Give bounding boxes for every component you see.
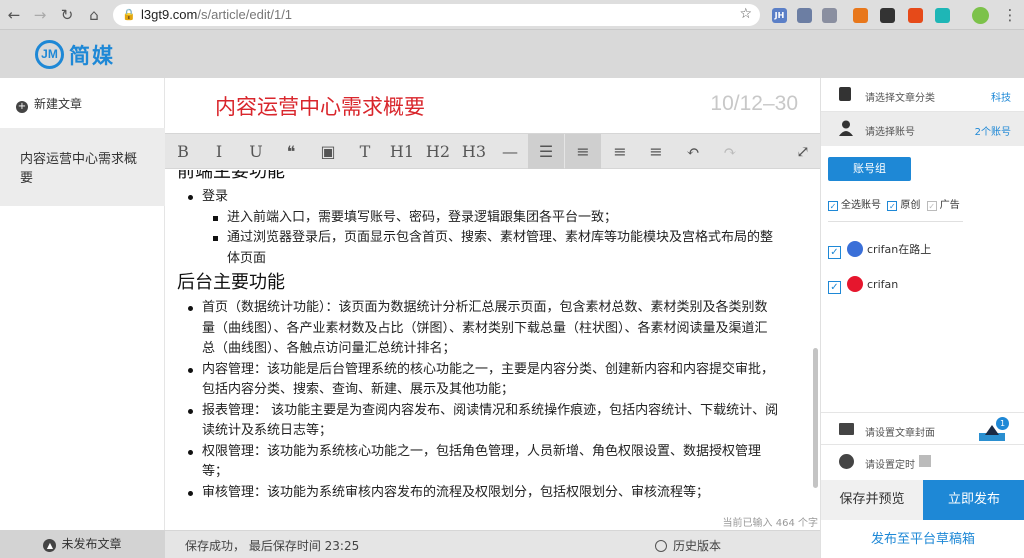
align-center-button[interactable]: ≡ [602,134,638,169]
list-item: 登录 [177,187,780,208]
underline-button[interactable]: U [238,134,274,169]
editor-toolbar: B I U ❝ ▣ T H1 H2 H3— ☰ ≡ ≡ ≡ ↶ ↷ ⤢ [165,133,820,169]
italic-button[interactable]: I [201,134,237,169]
bookmark-star-icon[interactable]: ☆ [739,6,752,22]
atom-ext-icon[interactable] [797,8,812,23]
home-icon[interactable]: ⌂ [84,5,104,25]
word-count: 当前已输入 464 个字 [722,518,818,529]
cover-selector[interactable]: 请设置文章封面 1 [821,412,1024,444]
image-button[interactable]: ▣ [310,134,346,169]
undo-button[interactable]: ↶ [675,134,711,169]
weibo-icon [847,276,863,292]
clock-icon [655,540,667,552]
article-sidebar: + 新建文章 内容运营中心需求概要 ▲ 未发布文章 [0,78,165,558]
quote-button[interactable]: ❝ [273,134,309,169]
h1-button[interactable]: H1 [384,134,420,169]
scrollbar[interactable] [813,348,818,488]
ad-checkbox[interactable]: ✓ 广告 [926,200,960,211]
browser-chrome: ← → ↻ ⌂ 🔒 l3gt9.com/s/article/edit/1/1 ☆… [0,0,1024,30]
date-text: 10/12–30 [710,92,798,115]
save-preview-button[interactable]: 保存并预览 [821,480,923,520]
list-item: 内容管理：该功能是后台管理系统的核心功能之一，主要是内容分类、创建新内容和内容提… [177,360,780,401]
back-icon[interactable]: ← [4,5,24,25]
editor: 内容运营中心需求概要 10/12–30 B I U ❝ ▣ T H1 H2 H3— ☰ ≡ ≡ ≡ ↶ ↷ ⤢… [165,78,820,558]
list-item: 审核管理：该功能为系统审核内容发布的流程及权限划分，包括权限划分、审核流程等； [177,483,780,504]
publish-panel: 请选择文章分类 科技 请选择账号 2个账号 账号组 ✓ 全选账号 ✓ 原创 ✓ 广告 … [820,78,1024,558]
divider [828,221,963,222]
publish-now-button[interactable]: 立即发布 [923,480,1024,520]
url-text: l3gt9.com/s/article/edit/1/1 [141,7,293,22]
original-checkbox[interactable]: ✓ 原创 [887,200,920,211]
avatar-ext-icon[interactable] [972,7,989,24]
react-ext-icon[interactable] [822,8,837,23]
account-checkbox[interactable]: ✓ [828,246,841,259]
category-value[interactable]: 科技 [991,89,1011,104]
lock-icon: 🔒 [122,8,136,21]
heading-frontend: 前端主要功能 [177,170,285,182]
menu-icon[interactable]: ⋮ [1000,5,1020,25]
forward-icon[interactable]: → [30,5,50,25]
align-left-button[interactable]: ≡ [565,134,601,169]
user-icon [839,120,853,136]
status-bar: 保存成功， 最后保存时间 23:25 历史版本 [165,530,820,558]
text-button[interactable]: T [347,134,383,169]
app-header: JM 简媒 [0,30,1024,78]
account-options: ✓ 全选账号 ✓ 原创 ✓ 广告 [828,196,960,211]
h3-button[interactable]: H3 [456,134,492,169]
orange-ext-icon[interactable] [853,8,868,23]
history-button[interactable]: 历史版本 [655,537,721,554]
chevron-up-icon: ▲ [43,539,57,552]
fullscreen-button[interactable]: ⤢ [785,134,821,169]
heading-backend: 后台主要功能 [177,272,285,293]
select-all-checkbox[interactable]: ✓ 全选账号 [828,200,881,211]
account-avatar [847,241,863,257]
account-item[interactable]: ✓ crifan [828,276,898,294]
new-article-button[interactable]: + 新建文章 [16,95,82,113]
account-count[interactable]: 2个账号 [975,123,1011,138]
image-icon [839,423,854,435]
red-ext-icon[interactable] [908,8,923,23]
publish-draft-link[interactable]: 发布至平台草稿箱 [821,528,1024,547]
hr-button[interactable]: — [492,134,528,169]
list-item: 进入前端入口，需要填写账号、密码，登录逻辑跟集团各平台一致； [177,208,780,229]
list-item: 通过浏览器登录后，页面显示包含首页、搜索、素材管理、素材库等功能模块及宫格式布局… [177,228,780,269]
h2-button[interactable]: H2 [420,134,456,169]
list-button[interactable]: ☰ [528,134,564,169]
cover-count-badge: 1 [996,417,1009,430]
align-right-button[interactable]: ≡ [638,134,674,169]
editor-content[interactable]: 前端主要功能 登录 进入前端入口，需要填写账号、密码，登录逻辑跟集团各平台一致；… [165,170,810,526]
logo-icon[interactable]: JM [35,40,64,69]
reload-icon[interactable]: ↻ [57,5,77,25]
account-item[interactable]: ✓ crifan在路上 [828,241,931,259]
plus-icon: + [16,101,28,113]
list-item: 权限管理：该功能为系统核心功能之一，包括角色管理，人员新增、角色权限设置、数据授… [177,442,780,483]
article-title-input[interactable]: 内容运营中心需求概要 [215,91,425,121]
account-checkbox[interactable]: ✓ [828,281,841,294]
list-item: 报表管理： 该功能主要是为查阅内容发布、阅读情况和系统操作痕迹，包括内容统计、下… [177,401,780,442]
address-bar[interactable]: 🔒 l3gt9.com/s/article/edit/1/1 ☆ [113,4,760,26]
edit-icon[interactable] [919,455,931,467]
document-icon [839,87,851,101]
article-list-item[interactable]: 内容运营中心需求概要 [0,128,165,206]
redo-button[interactable]: ↷ [712,134,748,169]
logo-text[interactable]: 简媒 [69,40,115,70]
teal-ext-icon[interactable] [935,8,950,23]
clock-icon [839,454,854,469]
jh-ext-icon[interactable]: JH [772,8,787,23]
save-status: 保存成功， 最后保存时间 23:25 [185,539,360,553]
timer-selector[interactable]: 请设置定时 [821,444,1024,478]
list-item: 首页（数据统计功能）：该页面为数据统计分析汇总展示页面，包含素材总数、素材类别及… [177,298,780,360]
bold-button[interactable]: B [165,134,201,169]
account-group-button[interactable]: 账号组 [828,157,911,181]
qr-ext-icon[interactable] [880,8,895,23]
unpublished-articles-button[interactable]: ▲ 未发布文章 [0,530,165,558]
category-selector[interactable]: 请选择文章分类 科技 [821,78,1024,112]
